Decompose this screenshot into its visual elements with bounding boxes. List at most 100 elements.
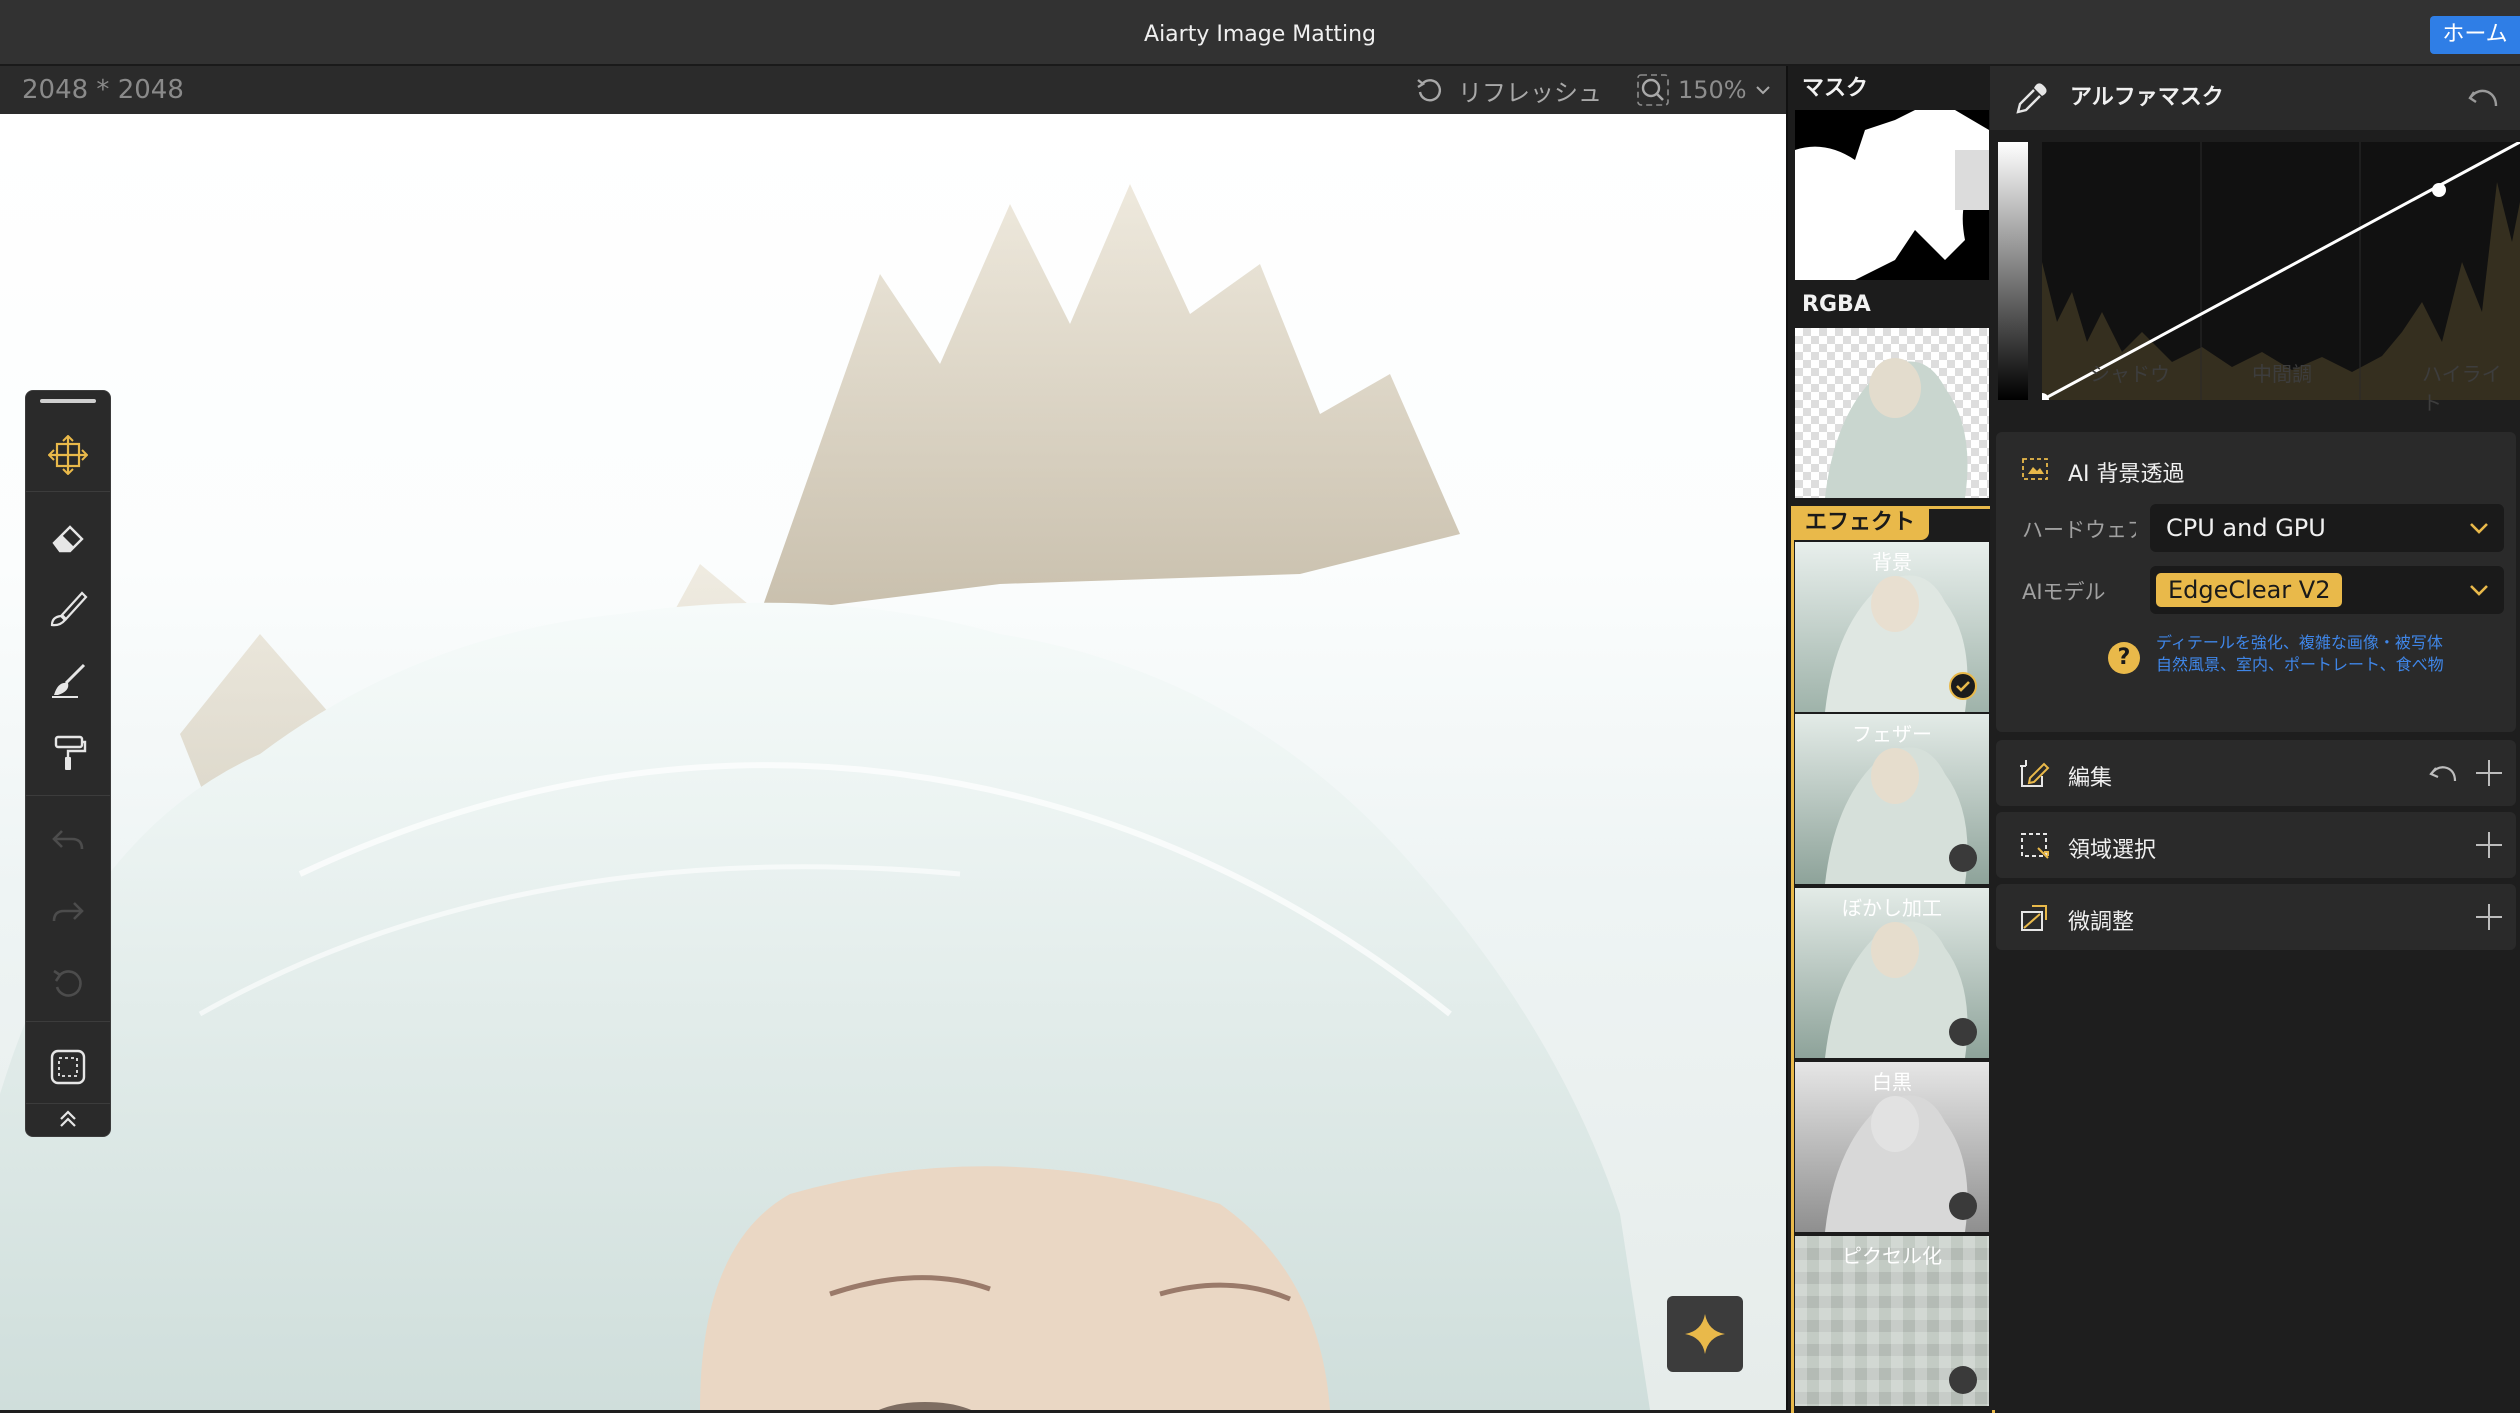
effect-radio[interactable]	[1949, 844, 1977, 872]
eraser-icon	[52, 525, 84, 553]
undo-icon	[52, 830, 84, 850]
effect-name: 白黒	[1872, 1070, 1912, 1094]
image-canvas[interactable]	[0, 114, 1786, 1410]
chevron-down-icon	[1755, 86, 1770, 95]
adjust-icon	[2021, 905, 2047, 931]
paint-icon	[52, 663, 86, 698]
redo-icon	[52, 902, 84, 922]
region-icon	[2021, 833, 2049, 859]
zoom-control[interactable]: 150%	[1636, 66, 1771, 114]
check-icon	[1956, 681, 1970, 692]
sparkle-icon	[1685, 1314, 1725, 1354]
effect-radio[interactable]	[1949, 1366, 1977, 1394]
eraser-tool[interactable]	[38, 509, 98, 565]
undo-icon	[1417, 79, 1442, 102]
undo-tool[interactable]	[38, 811, 98, 867]
model-hint-line1: ディテールを強化、複雑な画像・被写体	[2156, 633, 2443, 652]
collapse-tools-button[interactable]	[38, 1101, 98, 1137]
model-value: EdgeClear V2	[2156, 573, 2343, 607]
hardware-select[interactable]: CPU and GPU	[2150, 504, 2504, 552]
edit-icon	[2020, 760, 2050, 787]
add-region-button[interactable]	[2476, 832, 2502, 858]
rgba-image	[1825, 358, 1968, 498]
effect-name: ぼかし加工	[1842, 896, 1942, 920]
paint-tool[interactable]	[38, 653, 98, 709]
mask-label: マスク	[1802, 76, 1869, 101]
app-title: Aiarty Image Matting	[1144, 22, 1376, 47]
effect-radio[interactable]	[1949, 1192, 1977, 1220]
region-section[interactable]: 領域選択	[1996, 812, 2516, 878]
move-icon	[48, 435, 88, 475]
tool-panel-grip[interactable]	[40, 399, 96, 403]
add-fine-tune-button[interactable]	[2476, 904, 2502, 930]
effect-radio[interactable]	[1949, 1018, 1977, 1046]
effects-label: エフェクト	[1791, 506, 1930, 540]
ai-icon	[2022, 458, 2048, 480]
hardware-label: ハードウェア	[2022, 518, 2136, 542]
portrait-image	[0, 184, 1650, 1410]
move-tool[interactable]	[38, 427, 98, 483]
home-button[interactable]: ホーム	[2430, 16, 2520, 54]
effect-pixelate[interactable]: ピクセル化	[1795, 1236, 1989, 1406]
help-icon[interactable]: ?	[2108, 642, 2140, 674]
edit-section[interactable]: 編集	[1996, 740, 2516, 806]
selection-tool[interactable]	[38, 1039, 98, 1095]
ai-section: AI 背景透過 ハードウェア CPU and GPU AIモデル EdgeCle…	[1996, 432, 2516, 732]
tool-panel	[25, 390, 111, 1137]
model-hint-line2: 自然風景、室内、ポートレート、食べ物	[2156, 655, 2444, 674]
separator	[26, 1021, 110, 1022]
edit-title: 編集	[2068, 766, 2113, 791]
effect-name: ピクセル化	[1842, 1244, 1942, 1268]
mask-image	[1795, 110, 1989, 280]
redo-tool[interactable]	[38, 883, 98, 939]
rgba-thumbnail[interactable]	[1795, 328, 1989, 498]
effect-check[interactable]	[1949, 672, 1977, 700]
effect-name: 背景	[1872, 550, 1912, 574]
canvas-toolbar: 2048 * 2048 リフレッシュ 150%	[0, 66, 1786, 114]
eyedropper-icon[interactable]	[2014, 80, 2050, 116]
ai-enhance-button[interactable]	[1667, 1296, 1743, 1372]
separator	[26, 491, 110, 492]
ai-section-title: AI 背景透過	[2068, 462, 2185, 487]
roller-icon	[54, 735, 87, 770]
undo-icon[interactable]	[2466, 84, 2500, 114]
reset-icon	[53, 969, 82, 997]
search-icon	[1637, 74, 1669, 106]
effect-background[interactable]: 背景	[1795, 542, 1989, 712]
reset-tool[interactable]	[38, 955, 98, 1011]
chevron-down-icon	[2470, 585, 2488, 596]
chevron-down-icon	[2470, 523, 2488, 534]
title-bar: Aiarty Image Matting ホーム	[0, 0, 2520, 66]
image-dimensions: 2048 * 2048	[22, 75, 184, 105]
selection-icon	[50, 1049, 86, 1085]
effect-feather[interactable]: フェザー	[1795, 714, 1989, 884]
zoom-value: 150%	[1678, 76, 1747, 104]
add-edit-button[interactable]	[2476, 760, 2502, 786]
alpha-curve-graph[interactable]: シャドウ 中間調 ハイライト	[2042, 142, 2520, 415]
rgba-label: RGBA	[1802, 292, 1871, 317]
collapse-icon	[60, 1110, 76, 1127]
undo-icon[interactable]	[2428, 762, 2458, 788]
model-label: AIモデル	[2022, 580, 2106, 604]
mask-thumbnail[interactable]	[1795, 110, 1989, 280]
model-select[interactable]: EdgeClear V2	[2150, 566, 2504, 614]
alpha-mask-title: アルファマスク	[2070, 85, 2224, 110]
effect-blur[interactable]: ぼかし加工	[1795, 888, 1989, 1058]
fine-tune-section[interactable]: 微調整	[1996, 884, 2516, 950]
alpha-mask-header: アルファマスク	[1990, 66, 2520, 130]
brush-icon	[50, 591, 88, 627]
refresh-label: リフレッシュ	[1458, 78, 1602, 107]
hardware-value: CPU and GPU	[2166, 514, 2326, 542]
refresh-button[interactable]: リフレッシュ	[1414, 66, 1602, 114]
effect-name: フェザー	[1852, 722, 1932, 746]
axis-highlight: ハイライト	[2422, 362, 2502, 415]
axis-midtone: 中間調	[2252, 362, 2312, 386]
preview-column: マスク RGBA エフェクト 背景 フェザー ぼかし加工 白黒 ピクセル化	[1786, 66, 1995, 1413]
roller-tool[interactable]	[38, 725, 98, 781]
effect-monochrome[interactable]: 白黒	[1795, 1062, 1989, 1232]
separator	[26, 795, 110, 796]
region-title: 領域選択	[2068, 838, 2157, 863]
adjustment-panel: アルファマスク シャドウ 中間調 ハイライト AI 背景透過 ハードウェア CP…	[1990, 66, 2520, 1410]
axis-shadow: シャドウ	[2090, 362, 2170, 386]
brush-tool[interactable]	[38, 581, 98, 637]
